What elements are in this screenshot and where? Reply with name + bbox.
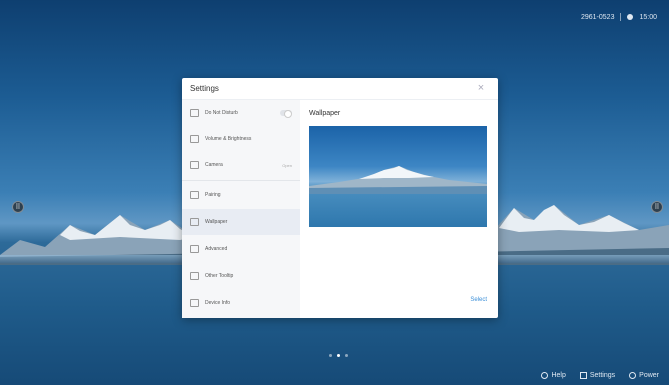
power-button[interactable]: Power [629,372,659,379]
camera-icon [190,161,199,169]
grid-icon: ⠿ [654,204,660,211]
sidebar-item-label: Do Not Disturb [205,110,238,116]
settings-content: Wallpaper Select [300,100,498,318]
bottom-bar: Help Settings Power [541,372,659,379]
dialog-title: Settings [190,84,219,93]
sidebar-item-pairing[interactable]: Pairing [182,182,300,208]
wallpaper-mountains-right [469,205,669,265]
sidebar-item-device-info[interactable]: Device Info [182,290,300,316]
settings-dialog: Settings × Do Not Disturb Volume & Brigh… [182,78,498,318]
do-not-disturb-toggle[interactable] [280,110,292,118]
content-title: Wallpaper [309,110,341,117]
date-text: 2961-0523 [580,13,615,21]
advanced-icon [190,245,199,253]
sidebar-item-wallpaper[interactable]: Wallpaper [182,209,300,235]
page-indicator[interactable] [329,354,348,357]
divider [182,180,300,181]
network-icon [627,14,634,20]
wallpaper-icon [190,218,199,226]
divider [620,13,622,21]
grid-icon: ⠿ [15,204,21,211]
sidebar-item-do-not-disturb[interactable]: Do Not Disturb [182,100,300,126]
dialog-header: Settings × [182,78,498,100]
settings-sidebar: Do Not Disturb Volume & Brightness Camer… [182,100,300,318]
select-button[interactable]: Select [470,297,487,303]
sidebar-item-label: Camera [205,162,223,168]
do-not-disturb-icon [190,109,199,117]
status-bar: 2961-0523 15:00 [581,10,657,24]
next-page-button[interactable]: ⠿ [651,201,663,213]
previous-page-button[interactable]: ⠿ [12,201,24,213]
page-dot-active[interactable] [337,354,340,357]
sidebar-item-label: Device Info [205,300,231,306]
settings-button[interactable]: Settings [579,372,616,379]
sidebar-item-camera[interactable]: Camera Open [182,152,300,178]
page-dot[interactable] [329,354,332,357]
help-icon [541,372,549,379]
sidebar-item-label: Wallpaper [205,219,228,225]
help-button[interactable]: Help [541,372,566,379]
sidebar-item-volume-brightness[interactable]: Volume & Brightness [182,126,300,152]
preview-mountains [309,166,487,194]
volume-brightness-icon [190,135,199,143]
wallpaper-preview[interactable] [309,126,487,227]
settings-label: Settings [589,372,616,379]
device-info-icon [190,299,199,307]
power-icon [629,372,637,379]
sidebar-item-label: Pairing [205,192,221,198]
sidebar-item-advanced[interactable]: Advanced [182,236,300,262]
page-dot[interactable] [345,354,348,357]
sidebar-item-label: Volume & Brightness [205,136,252,142]
sidebar-item-other-tool[interactable]: Other Tooltip [182,263,300,289]
gear-icon [579,372,587,379]
other-tool-icon [190,272,199,280]
camera-status: Open [282,162,292,168]
clock-text: 15:00 [639,13,657,21]
close-icon[interactable]: × [476,83,486,94]
sidebar-item-label: Advanced [205,246,228,252]
sidebar-item-label: Other Tooltip [205,273,234,279]
help-label: Help [551,372,566,379]
pairing-icon [190,191,199,199]
power-label: Power [639,372,659,379]
